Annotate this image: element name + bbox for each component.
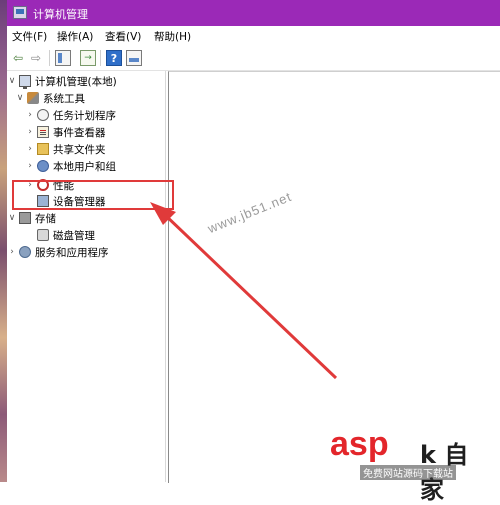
brand-subtitle: 免费网站源码下载站	[360, 465, 456, 480]
tree-node-label: 磁盘管理	[53, 229, 95, 242]
desktop-background	[0, 0, 7, 482]
computer-management-app-icon[interactable]	[13, 6, 27, 19]
disk-icon	[37, 229, 49, 241]
event-log-icon	[37, 126, 49, 138]
menu-bar: 文件(F) 操作(A) 查看(V) 帮助(H)	[7, 26, 500, 46]
clock-icon	[37, 109, 49, 121]
computer-icon	[19, 75, 31, 89]
show-hide-action-pane-icon[interactable]	[126, 50, 142, 66]
help-icon[interactable]: ?	[106, 50, 122, 66]
forward-arrow-icon[interactable]: ⇨	[28, 50, 44, 66]
brand-logo-asp: asp	[330, 425, 389, 463]
tree-node-computer-management[interactable]: ∨ 计算机管理(本地)	[7, 73, 117, 89]
navigation-tree-pane: ∨ 计算机管理(本地) ∨ 系统工具 › 任务计划程序 › 事件查看器 › 共享…	[7, 71, 166, 482]
tree-node-label: 服务和应用程序	[35, 246, 109, 259]
window-title: 计算机管理	[33, 8, 88, 21]
tree-node-services-applications[interactable]: › 服务和应用程序	[7, 244, 109, 260]
tree-node-disk-management[interactable]: 磁盘管理	[35, 227, 95, 243]
services-icon	[19, 246, 31, 258]
chevron-down-icon[interactable]: ∨	[7, 213, 17, 223]
toolbar-separator	[49, 50, 50, 66]
back-arrow-icon[interactable]: ⇦	[10, 50, 26, 66]
export-list-icon[interactable]: →	[80, 50, 96, 66]
chevron-right-icon[interactable]: ›	[25, 110, 35, 120]
title-bar[interactable]: 计算机管理	[7, 0, 500, 26]
menu-action[interactable]: 操作(A)	[57, 29, 93, 44]
menu-view[interactable]: 查看(V)	[105, 29, 141, 44]
brand-watermark: asp k 自 家 免费网站源码下载站	[330, 425, 500, 504]
tree-node-label: 计算机管理(本地)	[35, 75, 117, 88]
tree-node-event-viewer[interactable]: › 事件查看器	[25, 124, 106, 140]
computer-management-window: 计算机管理 文件(F) 操作(A) 查看(V) 帮助(H) ⇦ ⇨ → ? ∨ …	[7, 0, 500, 483]
tree-node-shared-folders[interactable]: › 共享文件夹	[25, 141, 106, 157]
chevron-down-icon[interactable]: ∨	[15, 93, 25, 103]
chevron-right-icon[interactable]: ›	[25, 161, 35, 171]
menu-file[interactable]: 文件(F)	[12, 29, 47, 44]
tree-node-label: 事件查看器	[53, 126, 106, 139]
tree-node-label: 任务计划程序	[53, 109, 116, 122]
chevron-right-icon[interactable]: ›	[7, 247, 17, 257]
tree-node-system-tools[interactable]: ∨ 系统工具	[15, 90, 85, 106]
storage-icon	[19, 212, 31, 224]
annotation-highlight-box	[12, 180, 174, 210]
shared-folder-icon	[37, 143, 49, 155]
details-pane[interactable]	[168, 71, 500, 483]
tree-node-task-scheduler[interactable]: › 任务计划程序	[25, 107, 116, 123]
tree-node-local-users-groups[interactable]: › 本地用户和组	[25, 158, 116, 174]
tree-node-label: 存储	[35, 212, 56, 225]
chevron-right-icon[interactable]: ›	[25, 144, 35, 154]
show-hide-tree-icon[interactable]	[55, 50, 71, 66]
chevron-right-icon[interactable]: ›	[25, 127, 35, 137]
tree-node-label: 本地用户和组	[53, 160, 116, 173]
chevron-down-icon[interactable]: ∨	[7, 76, 17, 86]
toolbar: ⇦ ⇨ → ?	[7, 46, 500, 71]
tools-icon	[27, 92, 39, 104]
tree-node-label: 共享文件夹	[53, 143, 106, 156]
users-icon	[37, 160, 49, 172]
menu-help[interactable]: 帮助(H)	[154, 29, 191, 44]
tree-node-label: 系统工具	[43, 92, 85, 105]
tree-node-storage[interactable]: ∨ 存储	[7, 210, 56, 226]
toolbar-separator	[100, 50, 101, 66]
